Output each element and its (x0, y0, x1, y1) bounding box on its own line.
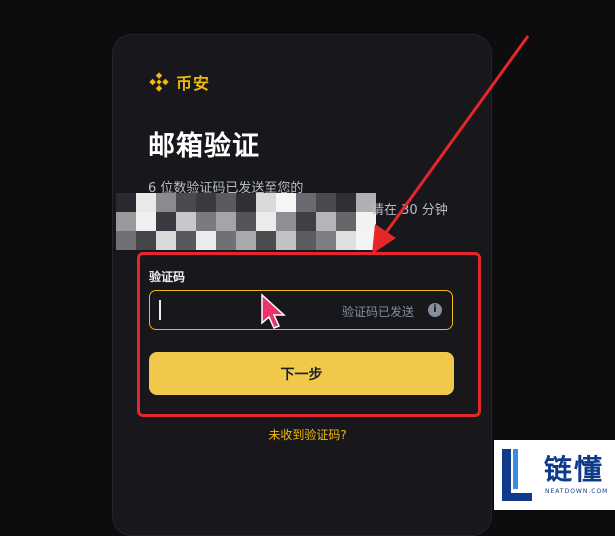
watermark-domain: NEATDOWN.COM (545, 488, 609, 495)
watermark: 链懂 NEATDOWN.COM (494, 440, 615, 510)
mouse-cursor-icon (261, 293, 286, 329)
watermark-logo-icon (502, 449, 532, 501)
watermark-name: 链懂 (544, 453, 605, 486)
annotation-arrow (372, 35, 530, 254)
